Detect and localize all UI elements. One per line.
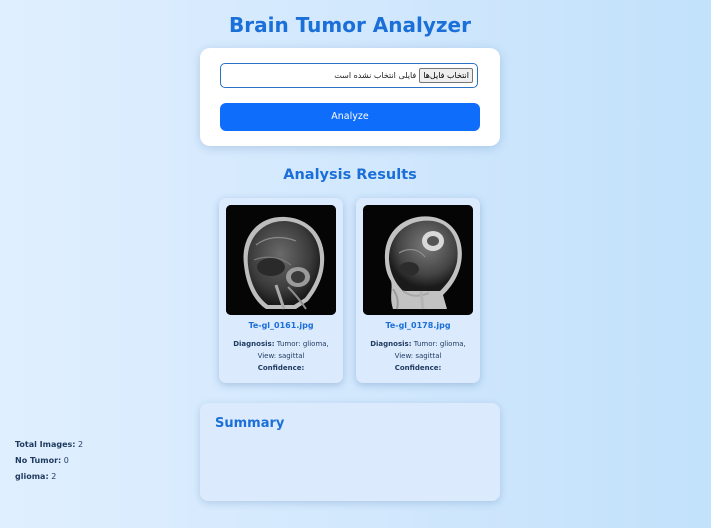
results-title: Analysis Results — [283, 167, 417, 183]
result-diagnosis: Diagnosis: Tumor: glioma, View: sagittal — [362, 338, 474, 362]
confidence-label: Confidence: — [394, 364, 442, 372]
result-diagnosis: Diagnosis: Tumor: glioma, View: sagittal — [225, 338, 337, 362]
result-filename: Te-gl_0161.jpg — [248, 321, 314, 330]
result-card: Te-gl_0161.jpg Diagnosis: Tumor: glioma,… — [219, 198, 343, 383]
summary-no-tumor: No Tumor: 0 — [15, 456, 69, 465]
result-confidence: Confidence: — [356, 364, 480, 372]
confidence-label: Confidence: — [257, 364, 305, 372]
analyze-button[interactable]: Analyze — [220, 103, 480, 131]
summary-total-value: 2 — [78, 440, 84, 449]
result-card: Te-gl_0178.jpg Diagnosis: Tumor: glioma,… — [356, 198, 480, 383]
summary-glioma: glioma: 2 — [15, 472, 56, 481]
summary-glioma-value: 2 — [51, 472, 57, 481]
result-filename: Te-gl_0178.jpg — [385, 321, 451, 330]
file-input[interactable]: انتخاب فایل‌ها فایلی انتخاب نشده است — [220, 63, 478, 88]
summary-no-tumor-value: 0 — [63, 456, 69, 465]
mri-image — [363, 205, 473, 315]
page-title: Brain Tumor Analyzer — [229, 13, 471, 37]
summary-total-label: Total Images: — [15, 440, 76, 449]
result-confidence: Confidence: — [219, 364, 343, 372]
diagnosis-label: Diagnosis: — [233, 340, 275, 348]
summary-glioma-label: glioma: — [15, 472, 49, 481]
mri-image — [226, 205, 336, 315]
choose-files-button[interactable]: انتخاب فایل‌ها — [419, 68, 473, 83]
summary-no-tumor-label: No Tumor: — [15, 456, 62, 465]
diagnosis-label: Diagnosis: — [370, 340, 412, 348]
upload-card: انتخاب فایل‌ها فایلی انتخاب نشده است Ana… — [200, 48, 500, 146]
summary-total-images: Total Images: 2 — [15, 440, 83, 449]
summary-title: Summary — [215, 416, 285, 431]
file-status-text: فایلی انتخاب نشده است — [334, 71, 417, 80]
summary-card: Summary — [200, 403, 500, 501]
